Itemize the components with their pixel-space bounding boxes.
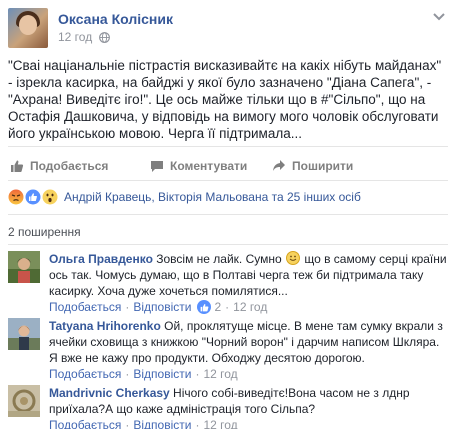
separator-dot: · bbox=[125, 300, 130, 314]
separator-dot: · bbox=[195, 418, 200, 429]
comment-like-link[interactable]: Подобається bbox=[49, 366, 121, 382]
author-name[interactable]: Оксана Колісник bbox=[58, 11, 173, 27]
separator-dot: · bbox=[195, 367, 200, 381]
comment-text-start: Зовсім не лайк. Сумно bbox=[152, 252, 285, 266]
comment-button[interactable]: Коментувати bbox=[150, 156, 247, 176]
comment-timestamp[interactable]: 12 год bbox=[203, 366, 237, 382]
like-button-label: Подобається bbox=[30, 159, 109, 173]
globe-icon bbox=[99, 32, 110, 43]
comment-avatar[interactable] bbox=[8, 385, 40, 417]
comment-item: Tatyana Hrihorenko Ой, проклятуще місце.… bbox=[8, 318, 448, 381]
comment-reply-link[interactable]: Відповісти bbox=[133, 366, 191, 382]
comment-timestamp[interactable]: 12 год bbox=[233, 299, 267, 315]
share-button[interactable]: Поширити bbox=[272, 156, 353, 176]
separator-dot: · bbox=[225, 300, 230, 314]
comment-item: Mandrivnic Cherkasy Нічого собі-виведітє… bbox=[8, 385, 448, 429]
divider bbox=[8, 214, 448, 215]
smile-emoji-icon bbox=[286, 251, 300, 265]
speech-bubble-icon bbox=[151, 161, 163, 172]
comment-author[interactable]: Mandrivnic Cherkasy bbox=[49, 386, 170, 400]
reactions-bar: Андрій Кравець, Вікторія Мальована та 25… bbox=[8, 188, 448, 206]
comment-button-label: Коментувати bbox=[170, 159, 248, 173]
thumbs-up-icon bbox=[197, 300, 212, 314]
comment-like-link[interactable]: Подобається bbox=[49, 299, 121, 315]
comment-author[interactable]: Tatyana Hrihorenko bbox=[49, 319, 161, 333]
like-reaction-icon[interactable] bbox=[25, 189, 41, 205]
author-avatar[interactable] bbox=[8, 8, 48, 48]
comment-avatar[interactable] bbox=[8, 318, 40, 350]
comment-likes-number: 2 bbox=[214, 300, 222, 314]
like-button[interactable]: Подобається bbox=[10, 156, 108, 176]
comment-reply-link[interactable]: Відповісти bbox=[133, 417, 191, 429]
share-arrow-icon bbox=[273, 160, 285, 171]
divider bbox=[8, 244, 448, 245]
post-header: Оксана Колісник 12 год bbox=[8, 8, 448, 48]
comment-author[interactable]: Ольга Правденко bbox=[49, 252, 153, 266]
separator-dot: · bbox=[125, 418, 130, 429]
thumbs-up-icon bbox=[11, 160, 24, 172]
comment-like-count[interactable]: 2 bbox=[197, 299, 221, 315]
comment-item: Ольга Правденко Зовсім не лайк. Сумно що… bbox=[8, 251, 448, 314]
post-text: "Сваі націанальніе пістрастія висказивай… bbox=[8, 58, 442, 141]
share-button-label: Поширити bbox=[292, 159, 354, 173]
comment-timestamp[interactable]: 12 год bbox=[203, 417, 237, 429]
separator-dot: · bbox=[125, 367, 130, 381]
angry-reaction-icon[interactable] bbox=[8, 189, 24, 205]
wow-reaction-icon[interactable] bbox=[42, 189, 58, 205]
reactions-summary[interactable]: Андрій Кравець, Вікторія Мальована та 25… bbox=[64, 190, 361, 204]
chevron-down-icon[interactable] bbox=[432, 12, 446, 22]
divider bbox=[8, 180, 448, 181]
comment-reply-link[interactable]: Відповісти bbox=[133, 299, 191, 315]
post-actions: Подобається Коментувати Поширити bbox=[8, 156, 448, 176]
shares-count[interactable]: 2 поширення bbox=[8, 225, 81, 239]
comment-like-link[interactable]: Подобається bbox=[49, 417, 121, 429]
post-timestamp[interactable]: 12 год bbox=[58, 30, 92, 44]
divider bbox=[8, 146, 448, 147]
comment-avatar[interactable] bbox=[8, 251, 40, 283]
